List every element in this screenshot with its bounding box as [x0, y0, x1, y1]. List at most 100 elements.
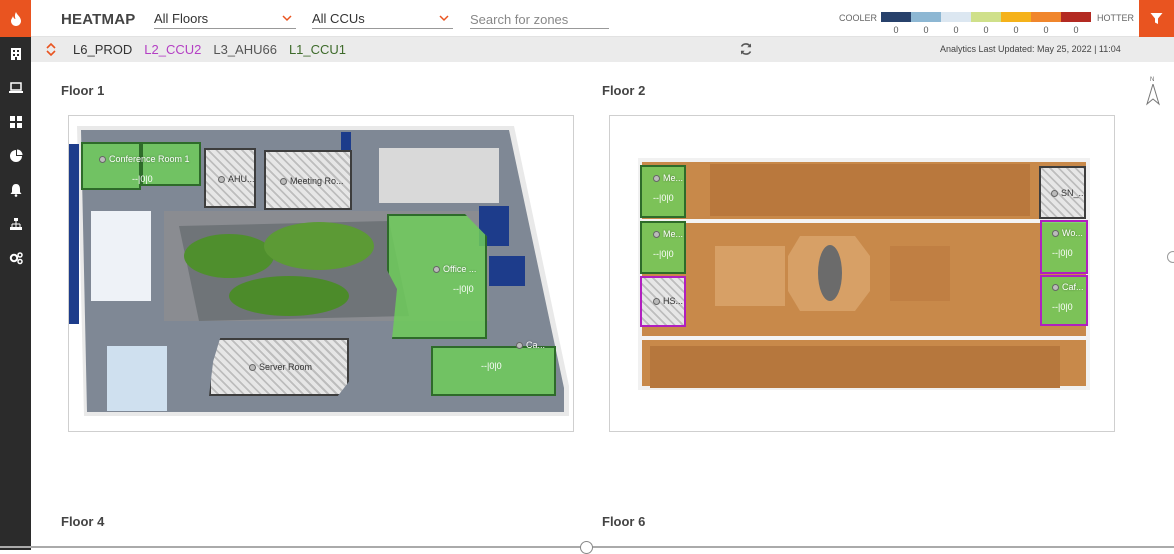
zone-name: Ca...	[526, 340, 546, 350]
pie-chart-icon[interactable]	[0, 139, 31, 173]
zone-name: SN_...	[1061, 188, 1087, 198]
zone-name: HS...	[663, 296, 684, 306]
ccus-dropdown[interactable]: All CCUs	[312, 11, 453, 29]
zone-value: --|0|0	[132, 174, 153, 184]
zone-label: Meeting Ro...	[280, 176, 344, 186]
legend-swatch	[1031, 12, 1061, 22]
gears-icon[interactable]	[0, 241, 31, 275]
chevron-down-icon	[439, 15, 449, 22]
refresh-icon[interactable]	[739, 42, 753, 56]
legend-count: 0	[953, 25, 959, 35]
zone-cafe[interactable]	[431, 346, 556, 396]
legend-swatch	[881, 12, 911, 22]
zone-label: Server Room	[249, 362, 312, 372]
zone-meeting-room[interactable]: Meeting Ro...	[264, 150, 352, 210]
page-title: HEATMAP	[61, 11, 136, 28]
zone-meeting-2[interactable]: Me... --|0|0	[640, 221, 686, 274]
flame-logo-icon[interactable]	[0, 0, 31, 37]
zone-status-dot	[218, 175, 225, 183]
zone-status-dot	[1052, 229, 1059, 237]
zone-name: Office ...	[443, 264, 477, 274]
legend-swatch	[911, 12, 941, 22]
zone-ahu[interactable]: AHU...	[204, 148, 256, 208]
laptop-icon[interactable]	[0, 71, 31, 105]
floor-1-map[interactable]: Conference Room 1 --|0|0 AHU... Meeting …	[68, 115, 574, 432]
zone-name: Caf...	[1062, 282, 1084, 292]
zone-value: --|0|0	[453, 284, 474, 294]
zone-value: --|0|0	[653, 249, 674, 259]
zone-value: --|0|0	[1052, 302, 1073, 312]
zone-status-dot	[1052, 283, 1059, 291]
zone-meeting-1[interactable]: Me... --|0|0	[640, 165, 686, 218]
zone-status-dot	[249, 363, 256, 371]
resize-handle[interactable]	[1167, 251, 1174, 263]
zone-status-dot	[516, 341, 523, 349]
filter-icon	[1150, 13, 1163, 24]
zone-label: Me...	[653, 229, 683, 239]
breadcrumb-item[interactable]: L3_AHU66	[213, 42, 277, 57]
ccus-dropdown-value: All CCUs	[312, 11, 365, 26]
analytics-updated-text: Analytics Last Updated: May 25, 2022 | 1…	[940, 44, 1121, 54]
zone-value: --|0|0	[481, 361, 502, 371]
zone-cafe[interactable]: Caf... --|0|0	[1040, 275, 1088, 326]
floor-1-title: Floor 1	[61, 83, 105, 98]
zone-label: Wo...	[1052, 228, 1083, 238]
zone-label: Ca...	[516, 340, 545, 350]
filter-button[interactable]	[1139, 0, 1174, 37]
zone-label: SN_...	[1051, 188, 1086, 198]
building-icon[interactable]	[0, 37, 31, 71]
floors-dropdown[interactable]: All Floors	[154, 11, 296, 29]
floor-4-title: Floor 4	[61, 514, 105, 529]
breadcrumb-item[interactable]: L1_CCU1	[289, 42, 346, 57]
zone-workspace[interactable]: Wo... --|0|0	[1040, 220, 1088, 274]
zone-search-input[interactable]	[470, 12, 609, 27]
floor-2-plan-graphic	[638, 158, 1090, 390]
zone-status-dot	[1051, 189, 1058, 197]
floor-2-map[interactable]: Me... --|0|0 Me... --|0|0 HS... SN_... W…	[609, 115, 1115, 432]
zone-office[interactable]	[387, 214, 487, 339]
breadcrumb-item[interactable]: L6_PROD	[73, 42, 132, 57]
zone-label: Office ...	[433, 264, 476, 274]
zone-name: AHU...	[228, 174, 255, 184]
zone-label: HS...	[653, 296, 683, 306]
zone-label: Me...	[653, 173, 683, 183]
zone-sn[interactable]: SN_...	[1039, 166, 1086, 219]
legend-count: 0	[1043, 25, 1049, 35]
legend-count: 0	[923, 25, 929, 35]
chevron-down-icon	[282, 15, 292, 22]
zone-name: Me...	[663, 229, 684, 239]
floor-2-title: Floor 2	[602, 83, 646, 98]
zone-value: --|0|0	[1052, 248, 1073, 258]
zone-name: Meeting Ro...	[290, 176, 344, 186]
legend-swatch	[1061, 12, 1091, 22]
zone-name: Server Room	[259, 362, 313, 372]
zone-status-dot	[99, 155, 106, 163]
legend-swatch	[941, 12, 971, 22]
zone-status-dot	[433, 265, 440, 273]
legend-hotter-label: HOTTER	[1097, 13, 1134, 23]
zone-status-dot	[653, 297, 660, 305]
heat-legend-counts: 0 0 0 0 0 0 0	[881, 25, 1091, 35]
north-compass-icon: N	[1146, 77, 1160, 106]
floor-6-title: Floor 6	[602, 514, 646, 529]
legend-count: 0	[983, 25, 989, 35]
legend-swatch	[971, 12, 1001, 22]
zone-hs[interactable]: HS...	[640, 276, 686, 327]
hierarchy-icon[interactable]	[0, 207, 31, 241]
sort-toggle-icon[interactable]	[46, 42, 56, 57]
legend-count: 0	[1073, 25, 1079, 35]
breadcrumb-bar: L6_PROD L2_CCU2 L3_AHU66 L1_CCU1 Analyti…	[31, 37, 1174, 62]
zone-search	[470, 11, 609, 29]
breadcrumb-item[interactable]: L2_CCU2	[144, 42, 201, 57]
zone-status-dot	[653, 174, 660, 182]
legend-cooler-label: COOLER	[839, 13, 878, 23]
bottom-resize-handle[interactable]	[580, 541, 593, 554]
dashboard-icon[interactable]	[0, 105, 31, 139]
bell-icon[interactable]	[0, 173, 31, 207]
zone-name: Conference Room 1	[109, 154, 190, 164]
legend-swatch	[1001, 12, 1031, 22]
zone-name: Me...	[663, 173, 684, 183]
left-sidebar	[0, 0, 31, 550]
zone-value: --|0|0	[653, 193, 674, 203]
legend-count: 0	[1013, 25, 1019, 35]
